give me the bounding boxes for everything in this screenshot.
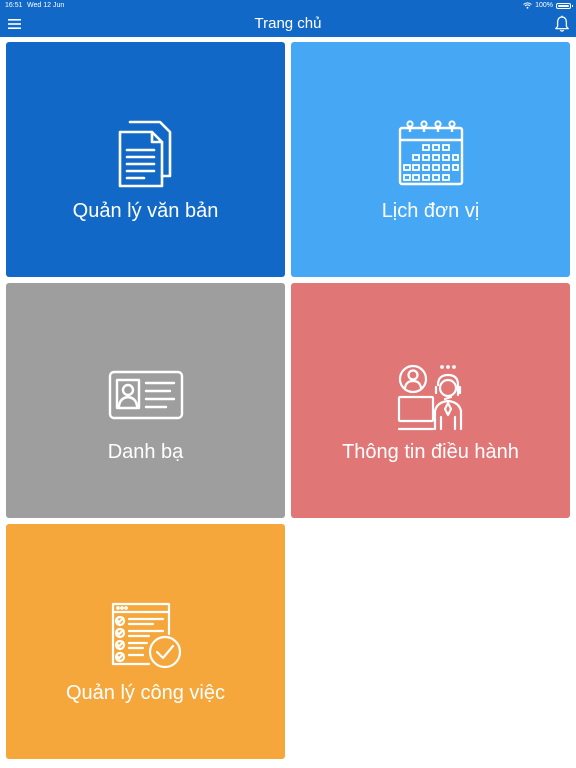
status-bar: 16:51 Wed 12 Jun 100% [0, 0, 576, 11]
task-checklist-icon [111, 602, 181, 669]
tile-document-management[interactable]: Quản lý văn bản [6, 42, 285, 277]
tile-contacts[interactable]: Danh bạ [6, 283, 285, 518]
status-time: 16:51 [5, 2, 23, 9]
tile-task-management[interactable]: Quản lý công việc [6, 524, 285, 759]
tile-label: Lịch đơn vị [381, 200, 480, 222]
battery-percentage: 100% [535, 2, 553, 9]
tile-label: Quản lý công việc [66, 682, 225, 704]
status-date: Wed 12 Jun [27, 2, 65, 9]
status-right: 100% [523, 0, 573, 11]
page-title: Trang chủ [254, 15, 322, 32]
notification-button[interactable] [554, 15, 570, 33]
bell-icon [555, 15, 569, 32]
tile-unit-calendar[interactable]: Lịch đơn vị [291, 42, 570, 277]
wifi-icon [523, 2, 532, 9]
contact-card-icon [108, 370, 183, 420]
tile-label: Quản lý văn bản [72, 200, 219, 222]
nav-bar: Trang chủ [0, 11, 576, 37]
calendar-icon [398, 120, 463, 186]
tile-operation-info[interactable]: Thông tin điều hành [291, 283, 570, 518]
tile-label: Thông tin điều hành [342, 441, 519, 463]
tile-label: Danh bạ [107, 441, 184, 463]
battery-icon [556, 2, 573, 9]
documents-icon [118, 120, 171, 188]
operator-support-icon [397, 364, 462, 431]
